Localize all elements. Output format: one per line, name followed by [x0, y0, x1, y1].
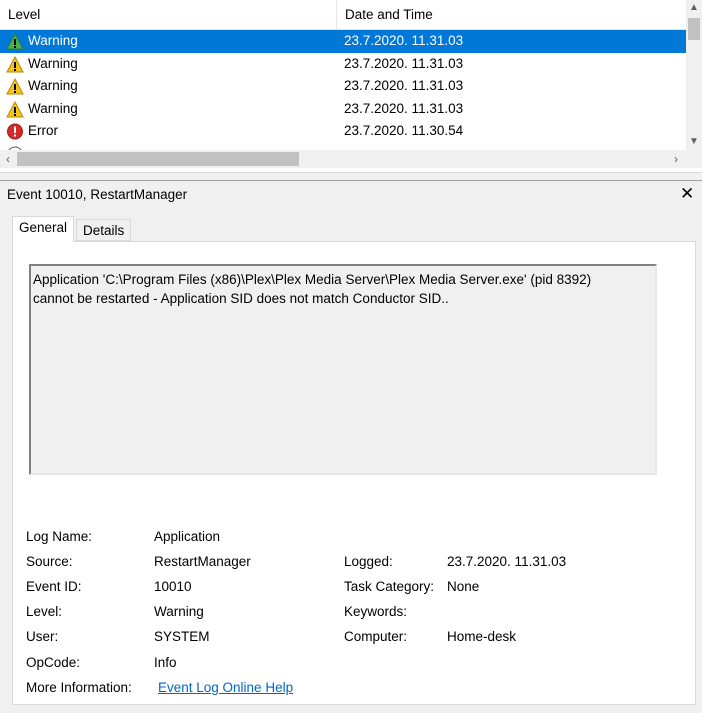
source-label: Source:: [26, 554, 73, 569]
table-row-partial[interactable]: [0, 143, 686, 150]
column-header-date-time[interactable]: Date and Time: [337, 0, 686, 30]
level-value: Warning: [154, 604, 204, 619]
column-header-level[interactable]: Level: [0, 0, 337, 30]
warning-icon: [6, 33, 24, 50]
table-row[interactable]: Warning 23.7.2020. 11.31.03: [0, 75, 686, 98]
pane-splitter[interactable]: [0, 172, 702, 180]
detail-title: Event 10010, RestartManager: [7, 187, 188, 202]
table-row[interactable]: Error 23.7.2020. 11.30.54: [0, 120, 686, 143]
list-header: Level Date and Time: [0, 0, 686, 30]
user-value: SYSTEM: [154, 629, 210, 644]
error-icon: [7, 123, 23, 140]
close-icon[interactable]: ✕: [680, 184, 694, 204]
computer-label: Computer:: [344, 629, 408, 644]
logged-label: Logged:: [344, 554, 393, 569]
table-row[interactable]: Warning 23.7.2020. 11.31.03: [0, 53, 686, 76]
keywords-label: Keywords:: [344, 604, 408, 619]
row-date-time: 23.7.2020. 11.31.03: [344, 55, 464, 71]
more-information-label: More Information:: [26, 680, 132, 695]
vertical-scrollbar[interactable]: ▲ ▼: [686, 0, 702, 150]
opcode-label: OpCode:: [26, 655, 81, 670]
tab-general[interactable]: General: [12, 216, 75, 242]
general-tab-panel: Application 'C:\Program Files (x86)\Plex…: [12, 241, 696, 705]
event-description[interactable]: Application 'C:\Program Files (x86)\Plex…: [29, 264, 657, 475]
row-level: Warning: [28, 100, 78, 116]
user-label: User:: [26, 629, 59, 644]
row-date-time: 23.7.2020. 11.31.03: [344, 100, 464, 116]
event-rows: Warning 23.7.2020. 11.31.03 Warning 23.7…: [0, 30, 686, 150]
detail-pane: General Details Application 'C:\Program …: [0, 208, 702, 713]
horizontal-scroll-thumb[interactable]: [17, 152, 299, 166]
horizontal-scrollbar[interactable]: ‹ ›: [0, 150, 686, 168]
event-log-online-help-link[interactable]: Event Log Online Help: [158, 680, 293, 695]
row-level: Warning: [28, 78, 78, 93]
row-date-time: 23.7.2020. 11.31.03: [344, 78, 464, 93]
source-value: RestartManager: [154, 554, 251, 569]
scroll-left-arrow-icon[interactable]: ‹: [0, 150, 16, 168]
level-label: Level:: [26, 604, 63, 619]
tab-details[interactable]: Details: [76, 219, 132, 241]
scroll-right-arrow-icon[interactable]: ›: [668, 150, 684, 168]
warning-icon: [6, 100, 24, 117]
warning-icon: [6, 78, 24, 95]
event-id-value: 10010: [154, 579, 192, 594]
event-list: Level Date and Time Warning 23.7.2020. 1…: [0, 0, 702, 172]
row-level: Warning: [28, 55, 78, 71]
log-name-label: Log Name:: [26, 529, 93, 544]
warning-icon: [6, 55, 24, 72]
computer-value: Home-desk: [447, 629, 517, 644]
task-category-value: None: [447, 579, 480, 594]
event-id-label: Event ID:: [26, 579, 82, 594]
table-row[interactable]: Warning 23.7.2020. 11.31.03: [0, 30, 686, 53]
row-date-time: 23.7.2020. 11.31.03: [344, 33, 464, 48]
table-row[interactable]: Warning 23.7.2020. 11.31.03: [0, 98, 686, 121]
row-level: Warning: [28, 33, 78, 48]
row-level: Error: [28, 123, 58, 138]
scroll-corner: [686, 150, 702, 168]
task-category-label: Task Category:: [344, 579, 435, 594]
log-name-value: Application: [154, 529, 221, 544]
row-date-time: 23.7.2020. 11.30.54: [344, 123, 464, 138]
scroll-up-arrow-icon[interactable]: ▲: [686, 0, 702, 16]
detail-header: Event 10010, RestartManager ✕: [0, 180, 702, 208]
opcode-value: Info: [154, 655, 177, 670]
logged-value: 23.7.2020. 11.31.03: [447, 554, 567, 569]
scroll-down-arrow-icon[interactable]: ▼: [686, 134, 702, 150]
vertical-scroll-thumb[interactable]: [688, 18, 700, 40]
